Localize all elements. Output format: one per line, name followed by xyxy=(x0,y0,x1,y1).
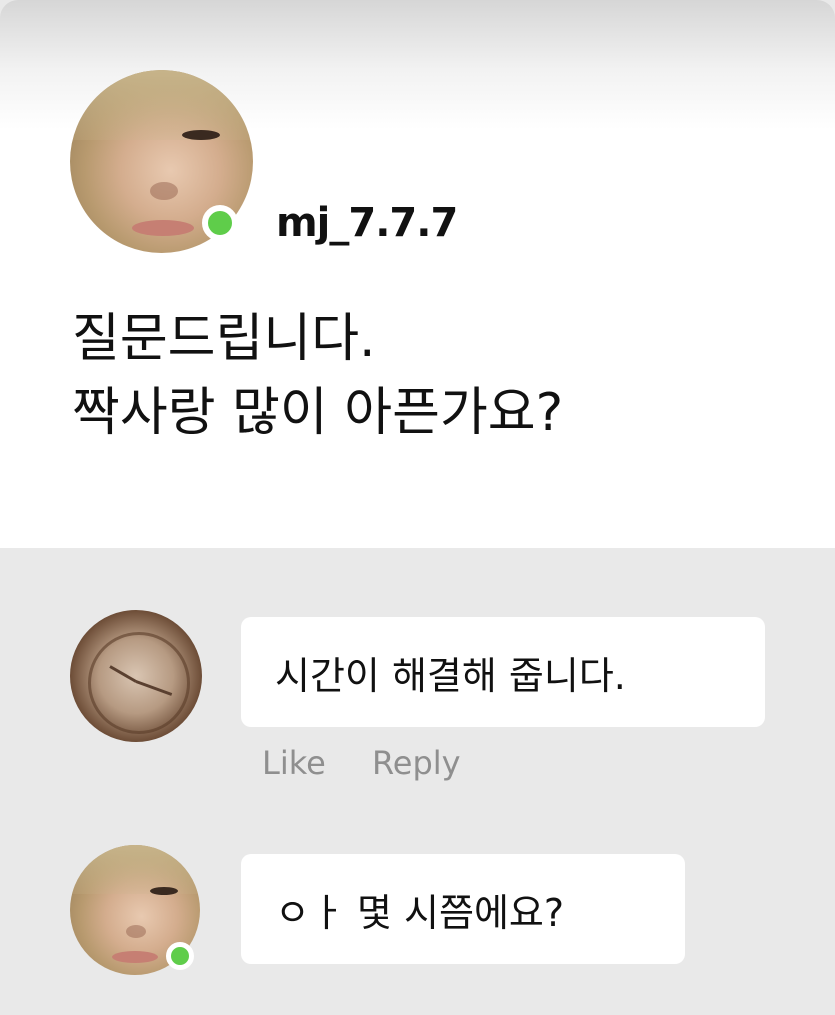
avatar-nose xyxy=(126,925,146,938)
post-text-line-1: 질문드립니다. xyxy=(72,309,376,369)
online-status-icon xyxy=(166,942,194,970)
comment-actions: Like Reply xyxy=(262,744,497,782)
online-status-icon xyxy=(202,205,238,241)
avatar-eye xyxy=(182,130,220,140)
comment-bubble: ㅇㅏ 몇 시쯤에요? xyxy=(241,854,685,964)
avatar-nose xyxy=(150,182,178,200)
post-text-line-2: 짝사랑 많이 아픈가요? xyxy=(72,383,564,443)
avatar-hair xyxy=(70,845,200,895)
avatar-eye xyxy=(150,887,178,895)
avatar-lips xyxy=(112,951,158,963)
avatar-hair xyxy=(70,70,253,140)
comment-text: ㅇㅏ 몇 시쯤에요? xyxy=(275,890,565,935)
post-body: 질문드립니다. 짝사랑 많이 아픈가요? xyxy=(72,302,563,450)
like-button[interactable]: Like xyxy=(262,744,326,782)
post-card: mj_7.7.7 질문드립니다. 짝사랑 많이 아픈가요? xyxy=(0,0,835,548)
comment-text: 시간이 해결해 줍니다. xyxy=(275,653,626,698)
reply-button[interactable]: Reply xyxy=(372,744,461,782)
avatar-lips xyxy=(132,220,194,236)
comment-bubble: 시간이 해결해 줍니다. xyxy=(241,617,765,727)
comment-author-avatar[interactable] xyxy=(70,610,202,742)
post-author-username[interactable]: mj_7.7.7 xyxy=(276,200,458,246)
